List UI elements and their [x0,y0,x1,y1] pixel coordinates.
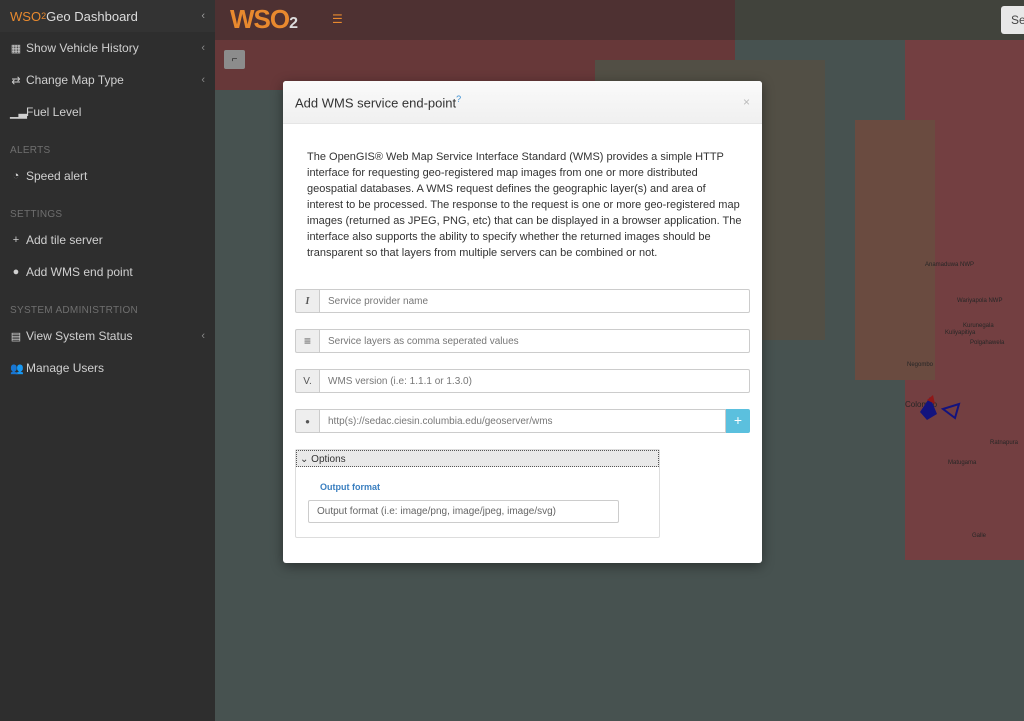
brand-title: Geo Dashboard [46,8,138,24]
version-icon: V. [295,369,319,393]
sidebar-item-vehicle-history[interactable]: ▦ Show Vehicle History ‹ [0,32,215,64]
modal-title: Add WMS service end-point? [295,94,461,110]
text-cursor-icon: I [295,289,319,313]
add-url-button[interactable]: + [726,409,750,433]
layers-row: ≡ [295,329,750,353]
chevron-left-icon: ‹ [201,74,205,86]
options-panel: ⌄ Options Output format [295,449,660,538]
sidebar-item-label: Change Map Type [26,73,124,87]
calendar-icon: ▦ [10,42,22,55]
sidebar-item-fuel-level[interactable]: ▁▃ Fuel Level [0,96,215,128]
service-provider-input[interactable] [319,289,750,313]
sidebar-item-add-tile-server[interactable]: + Add tile server [0,224,215,256]
chevron-left-icon: ‹ [201,42,205,54]
plus-icon: + [12,234,20,246]
wms-modal: Add WMS service end-point? × The OpenGIS… [283,81,762,563]
version-row: V. [295,369,750,393]
sidebar-heading-admin: SYSTEM ADMINISTRTION [10,305,139,316]
exchange-icon: ⇄ [11,74,21,87]
chart-icon: ▤ [10,330,22,343]
logo-text: WSO [230,4,290,34]
sidebar-item-speed-alert[interactable]: ◔ Speed alert [0,160,215,192]
wms-url-input[interactable] [319,409,726,433]
users-icon: 👥 [10,362,24,375]
sidebar-item-label: Speed alert [26,169,88,183]
provider-row: I [295,289,750,313]
sidebar-item-change-map-type[interactable]: ⇄ Change Map Type ‹ [0,64,215,96]
list-icon: ≡ [295,329,319,353]
modal-title-text: Add WMS service end-point [295,95,457,111]
modal-description: The OpenGIS® Web Map Service Interface S… [307,151,742,259]
brand-wso: WSO [10,8,42,24]
service-layers-input[interactable] [319,329,750,353]
options-toggle[interactable]: ⌄ Options [296,450,659,467]
output-format-input[interactable] [308,500,619,523]
globe-icon: ● [12,266,20,278]
sidebar: WSO 2 Geo Dashboard ‹ ▦ Show Vehicle Hist… [0,0,215,721]
list-icon[interactable]: ☰ [332,12,343,26]
sidebar-item-system-status[interactable]: ▤ View System Status ‹ [0,320,215,352]
search-button[interactable]: Se [1001,6,1024,34]
sidebar-heading-alerts: ALERTS [10,145,51,156]
chevron-left-icon[interactable]: ‹ [201,10,205,22]
modal-header: Add WMS service end-point? × [283,81,762,124]
sidebar-item-label: View System Status [26,329,133,343]
output-format-label: Output format [320,482,380,492]
url-row: ● + [295,409,750,433]
globe-icon: ● [295,409,319,433]
sidebar-item-label: Add tile server [26,233,103,247]
sidebar-item-label: Add WMS end point [26,265,133,279]
wso2-logo: WSO2 [230,4,298,35]
wms-version-input[interactable] [319,369,750,393]
sidebar-item-add-wms[interactable]: ● Add WMS end point [0,256,215,288]
sidebar-item-label: Fuel Level [26,105,82,119]
close-icon[interactable]: × [743,95,750,109]
dashboard-icon: ◔ [12,170,20,182]
logo-sub: 2 [289,15,298,32]
sidebar-item-label: Show Vehicle History [26,41,139,55]
sidebar-item-manage-users[interactable]: 👥 Manage Users [0,352,215,384]
signal-icon: ▁▃ [10,106,27,119]
sidebar-heading-settings: SETTINGS [10,209,63,220]
help-icon[interactable]: ? [456,94,461,104]
options-label: Options [311,454,346,465]
chevron-down-icon: ⌄ [300,454,309,465]
sidebar-item-label: Manage Users [26,361,105,375]
brand[interactable]: WSO 2 Geo Dashboard ‹ [0,0,215,32]
chevron-left-icon: ‹ [201,330,205,342]
